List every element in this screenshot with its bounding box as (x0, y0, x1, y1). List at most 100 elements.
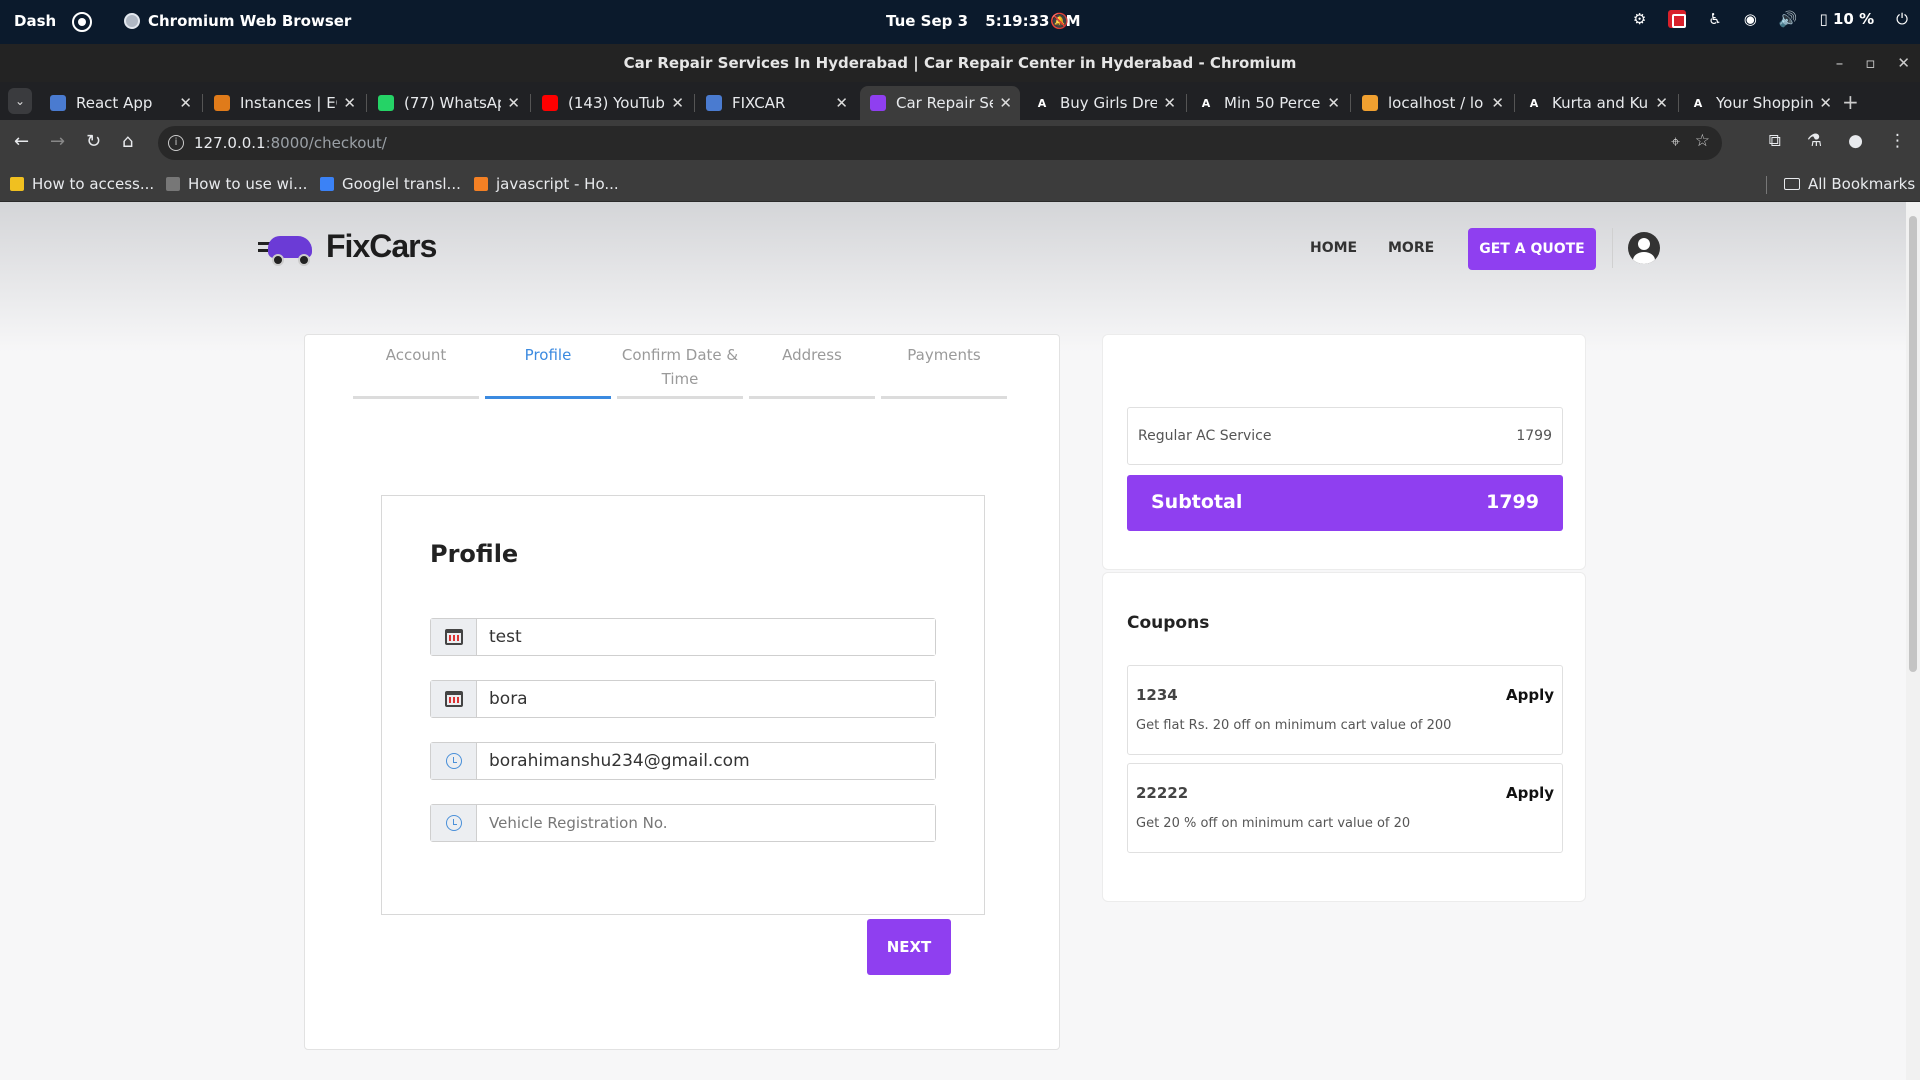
close-tab-icon[interactable]: ✕ (671, 94, 684, 112)
close-tab-icon[interactable]: ✕ (507, 94, 520, 112)
close-tab-icon[interactable]: ✕ (1655, 94, 1668, 112)
next-button[interactable]: NEXT (867, 919, 951, 975)
all-bookmarks-button[interactable]: All Bookmarks (1784, 175, 1915, 193)
url-host: 127.0.0.1 (194, 134, 266, 152)
last-name-input[interactable] (477, 681, 935, 717)
address-bar[interactable]: i 127.0.0.1:8000/checkout/ ⌖ ☆ (158, 126, 1722, 160)
user-avatar-icon[interactable] (1628, 232, 1660, 264)
back-icon[interactable]: ← (14, 131, 29, 152)
tab-4[interactable]: FIXCAR ✕ (696, 86, 856, 120)
tab-8[interactable]: localhost / lo ✕ (1352, 86, 1512, 120)
screen-record-icon[interactable] (1668, 10, 1687, 28)
close-tab-icon[interactable]: ✕ (1163, 94, 1176, 112)
dash-button[interactable]: Dash (14, 12, 56, 30)
vehicle-registration-field (430, 804, 936, 842)
page-scrollbar[interactable] (1906, 202, 1920, 1080)
location-icon[interactable]: ⌖ (1671, 132, 1680, 152)
tab-7[interactable]: A Min 50 Percer ✕ (1188, 86, 1348, 120)
close-tab-icon[interactable]: ✕ (1327, 94, 1340, 112)
step-account[interactable]: Account (353, 335, 479, 399)
accessibility-icon[interactable]: ♿ (1708, 10, 1721, 28)
aws-icon (214, 95, 230, 111)
bookmark-item[interactable]: How to use wi... (166, 175, 307, 193)
close-tab-icon[interactable]: ✕ (179, 94, 192, 112)
close-tab-icon[interactable]: ✕ (343, 94, 356, 112)
profile-icon[interactable]: ● (1848, 131, 1863, 151)
close-tab-icon[interactable]: ✕ (835, 94, 848, 112)
close-tab-icon[interactable]: ✕ (999, 94, 1012, 112)
bookmark-item[interactable]: Googlel transl... (320, 175, 461, 193)
close-tab-icon[interactable]: ✕ (1491, 94, 1504, 112)
whatsapp-icon (378, 95, 394, 111)
tab-9[interactable]: A Kurta and Ku ✕ (1516, 86, 1676, 120)
app-menu[interactable]: Chromium Web Browser (124, 12, 351, 30)
notification-muted-icon: 🔕 (1050, 12, 1069, 30)
cart-item: Regular AC Service 1799 (1127, 407, 1563, 465)
labs-icon[interactable]: ⚗ (1807, 131, 1822, 151)
minimize-icon[interactable]: – (1836, 44, 1844, 82)
bookmark-item[interactable]: How to access... (10, 175, 154, 193)
menu-icon[interactable]: ⋮ (1889, 131, 1906, 151)
get-quote-button[interactable]: GET A QUOTE (1468, 228, 1596, 270)
tab-5[interactable]: Car Repair Se ✕ (860, 86, 1020, 120)
activities-icon[interactable] (72, 12, 92, 32)
calendar-icon (431, 681, 477, 717)
clock-icon (431, 805, 477, 841)
tab-6[interactable]: A Buy Girls Dre ✕ (1024, 86, 1184, 120)
bookmark-favicon-icon (10, 177, 24, 191)
reload-icon[interactable]: ↻ (86, 131, 101, 152)
system-tray[interactable]: ⚙ ♿ ◉ 🔊 ▯ 10 % ⏻ (1633, 10, 1908, 28)
tab-0[interactable]: React App ✕ (40, 86, 200, 120)
tab-separator (694, 94, 695, 112)
scrollbar-thumb[interactable] (1909, 216, 1917, 672)
coupon-description: Get 20 % off on minimum cart value of 20 (1136, 816, 1411, 831)
react-icon (50, 95, 66, 111)
maximize-icon[interactable]: ▫ (1865, 44, 1875, 82)
step-profile[interactable]: Profile (485, 335, 611, 399)
new-tab-icon[interactable]: + (1842, 90, 1859, 114)
tab-title: Car Repair Se (896, 94, 994, 112)
tab-search-icon[interactable]: ⌄ (8, 88, 32, 114)
site-logo[interactable]: FixCars (258, 224, 437, 268)
all-bookmarks-label: All Bookmarks (1808, 175, 1916, 193)
tab-separator (1514, 94, 1515, 112)
battery-level: ▯ 10 % (1819, 10, 1875, 28)
email-field (430, 742, 936, 780)
step-address[interactable]: Address (749, 335, 875, 399)
extension-icon[interactable]: ⚙ (1633, 10, 1646, 28)
step-payments[interactable]: Payments (881, 335, 1007, 399)
first-name-input[interactable] (477, 619, 935, 655)
tab-10[interactable]: A Your Shoppin ✕ (1680, 86, 1840, 120)
nav-home[interactable]: HOME (1310, 240, 1357, 256)
coupon-item: 1234 Apply Get flat Rs. 20 off on minimu… (1127, 665, 1563, 755)
email-input[interactable] (477, 743, 935, 779)
nav-more[interactable]: MORE (1388, 240, 1434, 256)
site-icon: A (1201, 96, 1211, 110)
bookmark-label: javascript - Ho... (496, 175, 619, 193)
apply-coupon-button[interactable]: Apply (1506, 686, 1554, 704)
home-icon[interactable]: ⌂ (122, 131, 133, 152)
tab-1[interactable]: Instances | EC ✕ (204, 86, 364, 120)
apply-coupon-button[interactable]: Apply (1506, 784, 1554, 802)
bookmark-star-icon[interactable]: ☆ (1695, 131, 1710, 151)
site-info-icon[interactable]: i (168, 135, 184, 151)
tab-strip: ⌄ React App ✕ Instances | EC ✕ (77) WhatsAp ✕… (0, 82, 1920, 120)
calendar-icon (431, 619, 477, 655)
close-tab-icon[interactable]: ✕ (1819, 94, 1832, 112)
youtube-icon (542, 95, 558, 111)
tab-2[interactable]: (77) WhatsAp ✕ (368, 86, 528, 120)
tab-title: Buy Girls Dre (1060, 94, 1158, 112)
close-window-icon[interactable]: ✕ (1897, 44, 1910, 82)
cart-item-name: Regular AC Service (1138, 428, 1272, 444)
profile-title: Profile (430, 540, 519, 568)
tab-3[interactable]: (143) YouTub ✕ (532, 86, 692, 120)
os-top-bar: Dash Chromium Web Browser Tue Sep 3 5:19… (0, 0, 1920, 44)
url-text[interactable]: 127.0.0.1:8000/checkout/ (194, 134, 387, 152)
window-title-bar: Car Repair Services In Hyderabad | Car R… (0, 44, 1920, 82)
power-icon[interactable]: ⏻ (1896, 10, 1908, 28)
vehicle-registration-input[interactable] (477, 805, 935, 841)
extensions-icon[interactable]: ⧉ (1769, 131, 1781, 151)
forward-icon[interactable]: → (50, 131, 65, 152)
step-confirm-date-time[interactable]: Confirm Date & Time (617, 335, 743, 399)
bookmark-item[interactable]: javascript - Ho... (474, 175, 619, 193)
